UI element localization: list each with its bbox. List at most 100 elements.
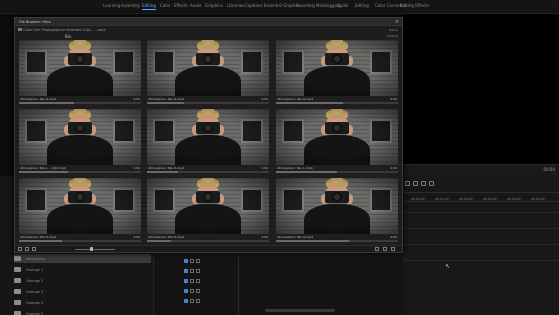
window-titlebar[interactable]: File Browser: Hero × (15, 18, 402, 26)
solo-icon[interactable] (196, 299, 200, 303)
clip-name: Atmospheric Pan-R.mp4 (148, 235, 184, 239)
clip-thumbnail[interactable] (147, 40, 269, 96)
timeline-ruler[interactable]: 00:00:00 00:00:10 00:00:20 00:00:30 00:00:40… (403, 192, 559, 202)
clip-scrub-bar[interactable] (276, 171, 398, 173)
workspace-tab[interactable]: Color (160, 3, 170, 8)
clip-scrub-bar[interactable] (147, 171, 269, 173)
folder-icon (14, 267, 21, 272)
list-view-icon[interactable] (18, 247, 22, 251)
search-icon[interactable] (375, 247, 379, 251)
bin-item[interactable]: Sequences (14, 254, 151, 263)
bin-label: Footage 2 (26, 278, 44, 283)
clip-name: Atmospheric Pan-R.mp4 (20, 235, 56, 239)
clip-tile[interactable]: Atmospheric Pan-R.mp4 4:09 (19, 40, 141, 107)
bin-item[interactable]: Footage 3 (14, 287, 151, 296)
clip-name: Atmospheric Pan-R.mp4 (20, 97, 56, 101)
clip-thumbnail[interactable] (19, 109, 141, 165)
clip-scrub-fill (19, 171, 68, 173)
track-target-icon[interactable] (184, 289, 188, 293)
mute-icon[interactable] (190, 269, 194, 273)
marker-icon[interactable] (421, 180, 426, 186)
solo-icon[interactable] (196, 259, 200, 263)
clip-thumbnail[interactable] (147, 178, 269, 234)
workspace-tab[interactable]: Assembly (121, 3, 140, 8)
solo-icon[interactable] (196, 269, 200, 273)
clip-tile[interactable]: Atmospheric Pan-R.mp4 4:09 (147, 178, 269, 245)
wrench-icon[interactable] (429, 180, 434, 186)
clip-tile[interactable]: Atmospheric Pan-R.mp4 4:09 (147, 40, 269, 107)
solo-icon[interactable] (196, 289, 200, 293)
new-bin-icon[interactable] (383, 247, 387, 251)
clip-name: Atmospheric Pan-R.mp4 (277, 97, 313, 101)
clip-scrub-bar[interactable] (19, 102, 141, 104)
timeline-panel[interactable]: 00:00:00 00:00:10 00:00:20 00:00:30 00:00:40… (403, 176, 559, 315)
icon-view-icon[interactable] (25, 247, 29, 251)
program-monitor-controls: 00:00 (403, 164, 559, 176)
workspace-tab[interactable]: Learning (103, 3, 120, 8)
clip-name: Atmospheric Pan-L.mp4 (277, 166, 313, 170)
sort-dropdown[interactable]: Name (389, 28, 398, 32)
clip-scrub-bar[interactable] (276, 102, 398, 104)
mute-icon[interactable] (190, 259, 194, 263)
media-browser-window: File Browser: Hero × Color Film Photogra… (14, 17, 403, 253)
clip-thumbnail[interactable] (147, 109, 269, 165)
workspace-tab[interactable]: Assembly (296, 3, 315, 8)
clip-thumbnail[interactable] (276, 109, 398, 165)
clip-tile[interactable]: Atmospheric Pan-L - right.mp4 4:09 (19, 109, 141, 176)
track-target-icon[interactable] (184, 299, 188, 303)
track-divider (403, 260, 559, 261)
snap-icon[interactable] (405, 180, 410, 186)
clip-scrub-bar[interactable] (19, 171, 141, 173)
clip-tile[interactable]: Atmospheric Pan-R.mp4 4:09 (276, 178, 398, 245)
thumbnail-vignette (19, 109, 141, 165)
panel-divider[interactable] (238, 250, 239, 315)
clip-duration: 4:09 (390, 235, 397, 239)
clip-tile[interactable]: Atmospheric Pan-R.mp4 4:09 (276, 40, 398, 107)
linked-selection-icon[interactable] (413, 180, 418, 186)
trash-icon[interactable] (391, 247, 395, 251)
folder-icon (14, 256, 21, 261)
workspace-tab[interactable]: Captions (245, 3, 263, 8)
mute-icon[interactable] (190, 289, 194, 293)
freeform-view-icon[interactable] (32, 247, 36, 251)
track-headers (153, 250, 403, 315)
solo-icon[interactable] (196, 279, 200, 283)
workspace-tab[interactable]: Audio (190, 3, 201, 8)
clip-thumbnail[interactable] (276, 178, 398, 234)
bin-item[interactable]: Footage 2 (14, 276, 151, 285)
workspace-tab[interactable]: Libraries (227, 3, 244, 8)
close-icon[interactable]: × (395, 19, 399, 25)
bin-item[interactable]: Footage 1 (14, 265, 151, 274)
track-target-icon[interactable] (184, 259, 188, 263)
clip-scrub-fill (19, 240, 62, 242)
clip-thumbnail[interactable] (19, 178, 141, 234)
clip-scrub-bar[interactable] (19, 240, 141, 242)
clip-thumbnail[interactable] (19, 40, 141, 96)
clip-duration: 4:09 (390, 166, 397, 170)
zoom-slider[interactable] (75, 249, 115, 250)
track-target-icon[interactable] (184, 269, 188, 273)
workspace-tab[interactable]: Graphics (205, 3, 223, 8)
mute-icon[interactable] (190, 299, 194, 303)
clip-scrub-bar[interactable] (147, 240, 269, 242)
zoom-slider-handle[interactable] (90, 247, 93, 251)
workspace-tab[interactable]: Editing (355, 3, 369, 8)
clip-tile[interactable]: Atmospheric Pan-R.mp4 4:09 (147, 109, 269, 176)
timeline-tick-label: 00:00:10 (435, 197, 449, 201)
horizontal-scrollbar[interactable] (265, 309, 335, 312)
clip-scrub-fill (19, 102, 74, 104)
clip-scrub-bar[interactable] (147, 102, 269, 104)
clip-scrub-bar[interactable] (276, 240, 398, 242)
workspace-tab[interactable]: Editing (142, 3, 156, 10)
workspace-tab[interactable]: Audio (337, 3, 348, 8)
bin-item[interactable]: Footage 5 (14, 309, 151, 315)
mute-icon[interactable] (190, 279, 194, 283)
workspace-tab[interactable]: Effects (174, 3, 188, 8)
clip-thumbnail[interactable] (276, 40, 398, 96)
clip-tile[interactable]: Atmospheric Pan-R.mp4 4:09 (19, 178, 141, 245)
workspace-tab[interactable]: Editing Effects (400, 3, 429, 8)
clip-tile[interactable]: Atmospheric Pan-L.mp4 4:09 (276, 109, 398, 176)
bin-item[interactable]: Footage 4 (14, 298, 151, 307)
clip-duration: 4:09 (390, 97, 397, 101)
track-target-icon[interactable] (184, 279, 188, 283)
